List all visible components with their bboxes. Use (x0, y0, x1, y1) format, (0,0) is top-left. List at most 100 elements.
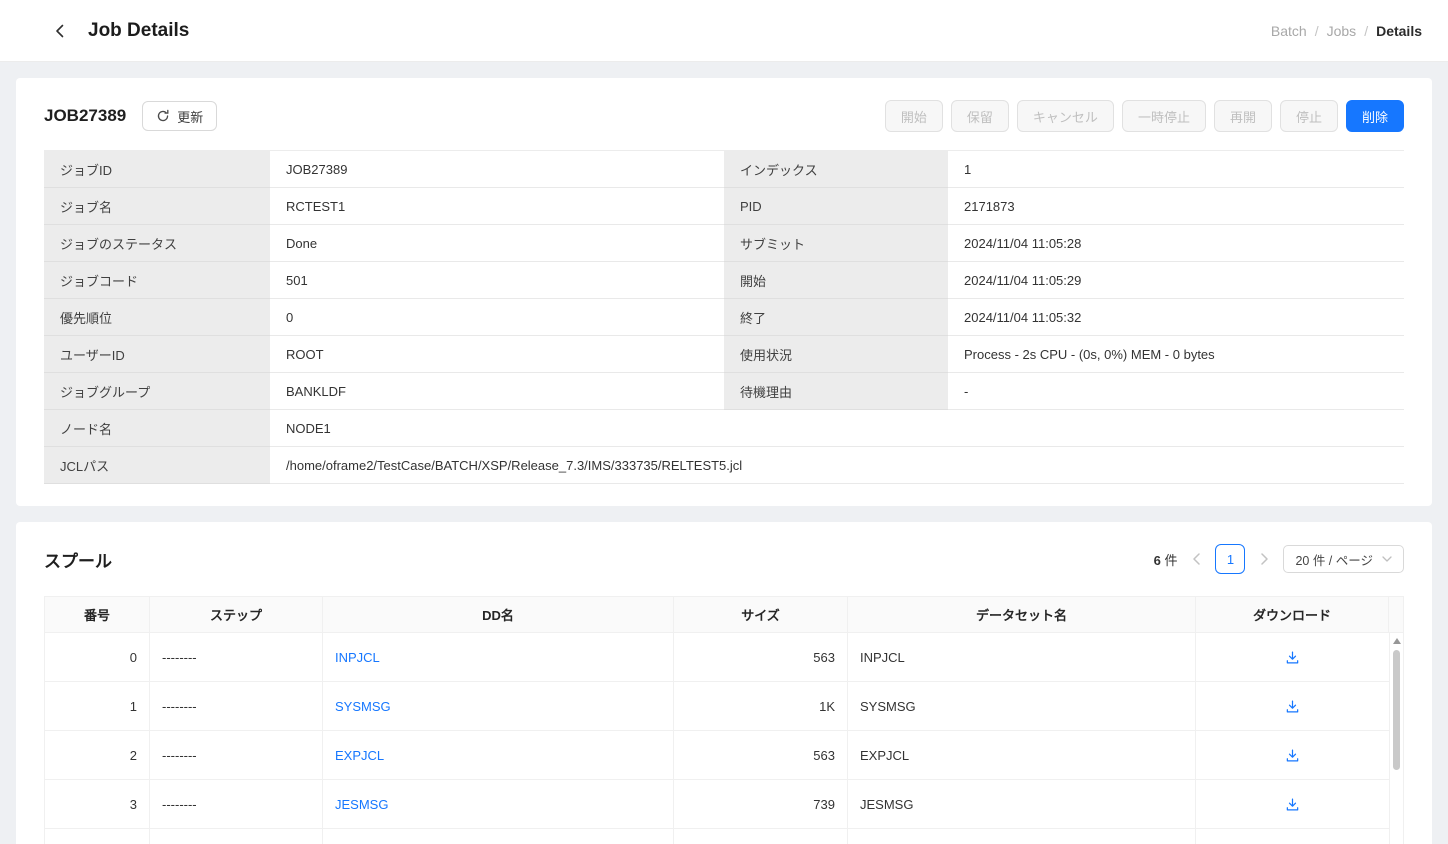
detail-label: 使用状況 (724, 336, 948, 373)
table-row: 4 -------- JESJCL 2K JESJCL (45, 829, 1389, 844)
scroll-up-icon[interactable] (1393, 638, 1401, 644)
pause-button[interactable]: 一時停止 (1122, 100, 1206, 132)
job-card-header: JOB27389 更新 開始 保留 キャンセル 一時停止 再開 停止 削除 (44, 100, 1404, 132)
spool-card: スプール 6 件 1 20 件 / ページ 番号 ステップ DD名 サイズ デー… (16, 522, 1432, 844)
back-button[interactable] (48, 19, 72, 43)
detail-value: 2024/11/04 11:05:29 (948, 262, 1404, 299)
spool-size: 739 (674, 780, 848, 829)
cancel-button[interactable]: キャンセル (1017, 100, 1114, 132)
table-row: 0 -------- INPJCL 563 INPJCL (45, 633, 1389, 682)
job-id-title: JOB27389 (44, 106, 126, 126)
detail-label: JCLパス (44, 447, 270, 484)
column-header-no: 番号 (45, 597, 150, 633)
column-header-step: ステップ (150, 597, 323, 633)
chevron-left-icon (52, 23, 68, 39)
spool-dataset: INPJCL (848, 633, 1196, 682)
detail-value: 2024/11/04 11:05:32 (948, 299, 1404, 336)
column-header-size: サイズ (674, 597, 848, 633)
spool-size: 1K (674, 682, 848, 731)
spool-dataset: JESMSG (848, 780, 1196, 829)
detail-value: 1 (948, 151, 1404, 188)
spool-table-header: 番号 ステップ DD名 サイズ データセット名 ダウンロード (45, 597, 1403, 633)
delete-button[interactable]: 削除 (1346, 100, 1404, 132)
detail-label: ジョブコード (44, 262, 270, 299)
detail-label: ジョブID (44, 151, 270, 188)
spool-dataset: EXPJCL (848, 731, 1196, 780)
dd-name-link[interactable]: EXPJCL (335, 748, 384, 763)
detail-label: ジョブのステータス (44, 225, 270, 262)
resume-button[interactable]: 再開 (1214, 100, 1272, 132)
detail-label: ノード名 (44, 410, 270, 447)
spool-size: 563 (674, 633, 848, 682)
job-info-table: ジョブID JOB27389 インデックス 1 ジョブ名 RCTEST1 PID… (44, 150, 1404, 484)
start-button[interactable]: 開始 (885, 100, 943, 132)
detail-label: ユーザーID (44, 336, 270, 373)
table-row: 2 -------- EXPJCL 563 EXPJCL (45, 731, 1389, 780)
dd-name-link[interactable]: SYSMSG (335, 699, 391, 714)
spool-dataset: JESJCL (848, 829, 1196, 844)
refresh-button[interactable]: 更新 (142, 101, 217, 131)
detail-value: JOB27389 (270, 151, 724, 188)
detail-value: Done (270, 225, 724, 262)
spool-title: スプール (44, 547, 112, 572)
detail-value: 2171873 (948, 188, 1404, 225)
download-button[interactable] (1282, 745, 1303, 766)
detail-value: ROOT (270, 336, 724, 373)
spool-table-body: 0 -------- INPJCL 563 INPJCL 1 -------- … (45, 633, 1403, 844)
table-row: 1 -------- SYSMSG 1K SYSMSG (45, 682, 1389, 731)
detail-label: 待機理由 (724, 373, 948, 410)
detail-label: PID (724, 188, 948, 225)
spool-header-row: スプール 6 件 1 20 件 / ページ (44, 544, 1404, 574)
table-row: 3 -------- JESMSG 739 JESMSG (45, 780, 1389, 829)
page-size-value: 20 件 / ページ (1295, 550, 1373, 569)
spool-dataset: SYSMSG (848, 682, 1196, 731)
scrollbar[interactable] (1389, 633, 1403, 844)
breadcrumb-details: Details (1376, 23, 1422, 39)
total-count-number: 6 (1154, 553, 1161, 568)
spool-size: 563 (674, 731, 848, 780)
spool-step: -------- (150, 682, 323, 731)
current-page-button[interactable]: 1 (1215, 544, 1245, 574)
refresh-icon (156, 109, 170, 123)
job-details-card: JOB27389 更新 開始 保留 キャンセル 一時停止 再開 停止 削除 ジョ… (16, 78, 1432, 506)
spool-no: 4 (45, 829, 150, 844)
chevron-right-icon (1260, 553, 1269, 565)
spool-table: 番号 ステップ DD名 サイズ データセット名 ダウンロード 0 -------… (44, 596, 1404, 844)
spool-size: 2K (674, 829, 848, 844)
detail-label: 優先順位 (44, 299, 270, 336)
chevron-left-icon (1192, 553, 1201, 565)
detail-value: RCTEST1 (270, 188, 724, 225)
page-size-select[interactable]: 20 件 / ページ (1283, 545, 1404, 573)
download-icon (1285, 797, 1300, 812)
spool-step: -------- (150, 731, 323, 780)
detail-value: /home/oframe2/TestCase/BATCH/XSP/Release… (270, 447, 1404, 484)
breadcrumb-batch[interactable]: Batch (1271, 23, 1307, 39)
scrollbar-thumb[interactable] (1393, 650, 1400, 770)
next-page-button[interactable] (1255, 545, 1273, 573)
detail-value: 501 (270, 262, 724, 299)
download-icon (1285, 650, 1300, 665)
download-button[interactable] (1282, 794, 1303, 815)
spool-step: -------- (150, 633, 323, 682)
download-button[interactable] (1282, 647, 1303, 668)
dd-name-link[interactable]: JESMSG (335, 797, 388, 812)
chevron-down-icon (1382, 556, 1392, 562)
spool-no: 2 (45, 731, 150, 780)
hold-button[interactable]: 保留 (951, 100, 1009, 132)
detail-label: 終了 (724, 299, 948, 336)
dd-name-link[interactable]: INPJCL (335, 650, 380, 665)
detail-label: インデックス (724, 151, 948, 188)
breadcrumb-jobs[interactable]: Jobs (1327, 23, 1357, 39)
total-count-unit: 件 (1164, 553, 1177, 568)
detail-label: 開始 (724, 262, 948, 299)
detail-value: - (948, 373, 1404, 410)
column-header-dataset: データセット名 (848, 597, 1196, 633)
stop-button[interactable]: 停止 (1280, 100, 1338, 132)
detail-label: ジョブグループ (44, 373, 270, 410)
prev-page-button[interactable] (1187, 545, 1205, 573)
spool-step: -------- (150, 780, 323, 829)
breadcrumb-separator: / (1315, 23, 1319, 39)
spool-no: 3 (45, 780, 150, 829)
download-button[interactable] (1282, 696, 1303, 717)
breadcrumb: Batch / Jobs / Details (1271, 23, 1422, 39)
